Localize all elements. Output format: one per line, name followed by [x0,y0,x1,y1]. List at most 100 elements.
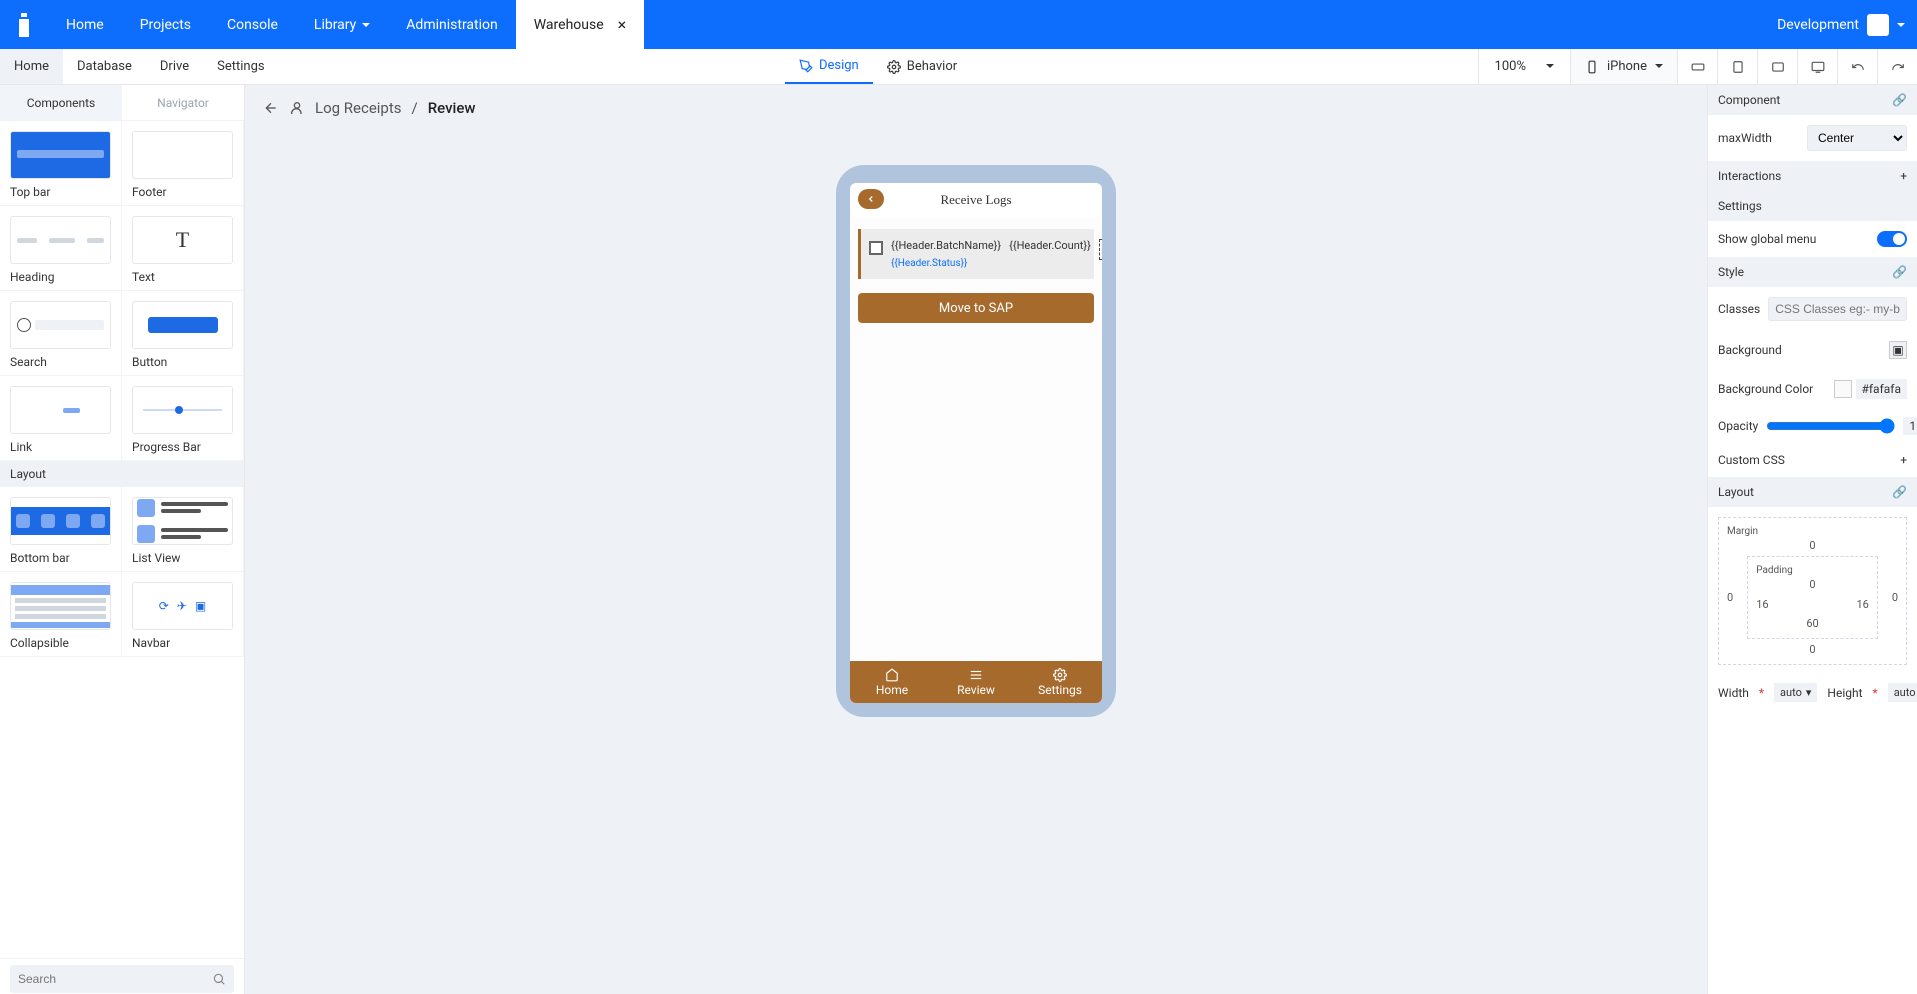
subnav-database[interactable]: Database [63,49,146,84]
sub-nav: Home Database Drive Settings Design Beha… [0,49,1917,85]
phone-bottom-bar: Home Review Settings [850,661,1102,703]
subnav-drive[interactable]: Drive [146,49,203,84]
chevron-down-icon [1546,59,1554,74]
custom-css-label: Custom CSS [1718,453,1785,467]
left-panel: Components Navigator Top bar Footer Head… [0,85,245,994]
component-search[interactable]: Search [0,291,122,376]
breadcrumb-parent[interactable]: Log Receipts [315,99,402,117]
link-icon[interactable]: 🔗 [1892,93,1907,107]
device-phone-landscape[interactable] [1677,49,1717,84]
phone-frame: Receive Logs {{Header.BatchName}} {{Head… [836,165,1116,717]
log-card[interactable]: {{Header.BatchName}} {{Header.Status}} {… [858,229,1094,279]
padding-right[interactable]: 16 [1856,598,1868,611]
device-desktop[interactable] [1797,49,1837,84]
image-icon[interactable]: ▣ [1889,341,1907,359]
plus-icon[interactable]: + [1900,169,1907,183]
nav-home[interactable]: Home [48,0,122,49]
tab-navigator[interactable]: Navigator [122,85,244,120]
device-tablet-landscape[interactable] [1757,49,1797,84]
classes-label: Classes [1718,302,1760,316]
section-style: Style 🔗 [1708,257,1917,287]
link-icon[interactable]: 🔗 [1892,265,1907,279]
phone-back-button[interactable] [858,189,884,209]
nav-tab-warehouse[interactable]: Warehouse × [516,0,644,49]
box-model[interactable]: Margin 0 0 Padding 0 16 16 60 0 0 [1718,517,1907,665]
phone-screen[interactable]: Receive Logs {{Header.BatchName}} {{Head… [850,183,1102,703]
margin-bottom[interactable]: 0 [1727,643,1898,656]
height-label: Height [1827,686,1862,700]
zoom-selector[interactable]: 100% [1478,49,1570,84]
component-button[interactable]: Button [122,291,244,376]
component-heading[interactable]: Heading [0,206,122,291]
section-settings: Settings [1708,191,1917,221]
component-list-view[interactable]: List View [122,487,244,572]
classes-input[interactable] [1768,297,1907,321]
section-layout: Layout [0,461,244,487]
plus-icon[interactable]: + [1900,453,1907,467]
padding-top[interactable]: 0 [1756,578,1869,591]
chevron-down-icon [362,17,370,33]
bottom-review[interactable]: Review [934,661,1018,703]
component-text[interactable]: TText [122,206,244,291]
tab-components[interactable]: Components [0,85,122,120]
margin-right[interactable]: 0 [1892,591,1898,604]
subnav-settings[interactable]: Settings [203,49,278,84]
opacity-value[interactable]: 1 [1903,417,1917,435]
maxwidth-select[interactable]: Center [1807,125,1907,151]
close-icon[interactable]: × [618,15,627,34]
details-button[interactable]: Details [1099,239,1102,260]
component-bottom-bar[interactable]: Bottom bar [0,487,122,572]
subnav-home[interactable]: Home [0,49,63,84]
bgcolor-value[interactable]: #fafafa [1856,379,1908,399]
checkbox[interactable] [869,241,883,255]
component-link[interactable]: Link [0,376,122,461]
component-navbar[interactable]: ⟳✈▣Navbar [122,572,244,657]
device-selector[interactable]: iPhone [1570,49,1677,84]
component-top-bar[interactable]: Top bar [0,121,122,206]
app-logo[interactable] [0,11,48,39]
environment-selector[interactable]: Development [1765,14,1917,36]
device-tablet-portrait[interactable] [1717,49,1757,84]
width-value[interactable]: auto ▾ [1774,683,1817,702]
section-layout: Layout 🔗 [1708,477,1917,507]
undo-button[interactable] [1837,49,1877,84]
padding-left[interactable]: 16 [1756,598,1768,611]
section-component: Component 🔗 [1708,85,1917,115]
properties-panel: Component 🔗 maxWidth Center Interactions… [1707,85,1917,994]
bottom-home[interactable]: Home [850,661,934,703]
bgcolor-label: Background Color [1718,382,1813,396]
move-to-sap-button[interactable]: Move to SAP [858,293,1094,323]
padding-bottom[interactable]: 60 [1756,617,1869,630]
design-canvas[interactable]: Log Receipts / Review Receive Logs {{Hea… [245,85,1707,994]
top-nav: Home Projects Console Library Administra… [0,0,1917,49]
nav-administration[interactable]: Administration [388,0,515,49]
redo-button[interactable] [1877,49,1917,84]
height-value[interactable]: auto ▾ [1888,683,1917,702]
component-search-box[interactable] [10,965,234,993]
avatar[interactable] [1867,14,1889,36]
maxwidth-label: maxWidth [1718,131,1772,145]
show-global-menu-toggle[interactable] [1877,231,1907,247]
phone-header: Receive Logs [850,183,1102,217]
back-arrow-icon[interactable] [263,100,279,116]
status-binding: {{Header.Status}} [891,258,1001,269]
opacity-slider[interactable] [1766,418,1895,434]
nav-projects[interactable]: Projects [122,0,209,49]
search-input[interactable] [18,972,204,986]
link-icon[interactable]: 🔗 [1892,485,1907,499]
margin-left[interactable]: 0 [1727,591,1733,604]
color-swatch[interactable] [1834,380,1852,398]
section-interactions[interactable]: Interactions + [1708,161,1917,191]
nav-console[interactable]: Console [209,0,296,49]
chevron-down-icon [1897,17,1905,33]
nav-library[interactable]: Library [296,0,388,49]
component-footer[interactable]: Footer [122,121,244,206]
mode-behavior[interactable]: Behavior [873,49,971,84]
count-binding: {{Header.Count}} [1009,239,1091,252]
component-progress-bar[interactable]: Progress Bar [122,376,244,461]
bottom-settings[interactable]: Settings [1018,661,1102,703]
mode-design[interactable]: Design [785,49,873,84]
component-collapsible[interactable]: Collapsible [0,572,122,657]
breadcrumb: Log Receipts / Review [263,99,476,117]
margin-top[interactable]: 0 [1727,539,1898,552]
